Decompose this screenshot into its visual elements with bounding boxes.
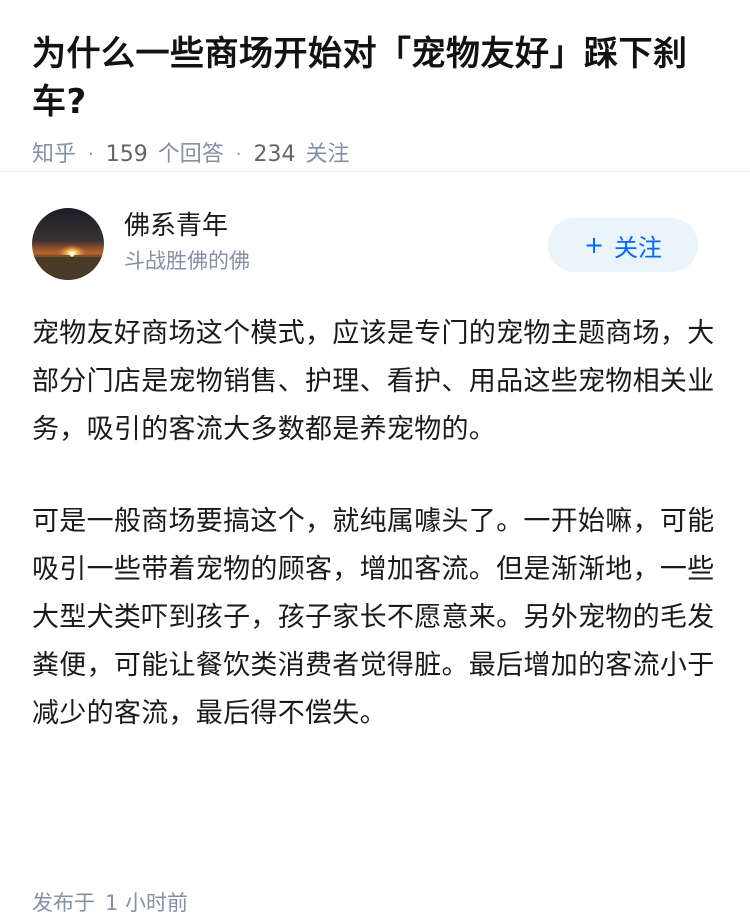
question-header: 为什么一些商场开始对「宠物友好」踩下刹车? 知乎 · 159 个回答 · 234… (0, 0, 750, 172)
followers-label: 关注 (305, 142, 350, 167)
answer-card: 佛系青年 斗战胜佛的佛 + 关注 宠物友好商场这个模式，应该是专门的宠物主题商场… (0, 172, 750, 738)
answer-page: 为什么一些商场开始对「宠物友好」踩下刹车? 知乎 · 159 个回答 · 234… (0, 0, 750, 918)
separator-dot: · (88, 144, 94, 165)
answer-paragraph: 宠物友好商场这个模式，应该是专门的宠物主题商场，大部分门店是宠物销售、护理、看护… (32, 318, 715, 445)
answer-paragraph: 可是一般商场要搞这个，就纯属噱头了。一开始嘛，可能吸引一些带着宠物的顾客，增加客… (32, 506, 715, 729)
author-name[interactable]: 佛系青年 (124, 208, 250, 244)
author-row: 佛系青年 斗战胜佛的佛 + 关注 (32, 172, 718, 308)
author-bio: 斗战胜佛的佛 (124, 249, 250, 273)
follow-label: 关注 (614, 233, 663, 262)
sunset-avatar-icon[interactable] (32, 208, 104, 280)
answers-label[interactable]: 个回答 (158, 140, 224, 170)
followers-count: 234 (253, 142, 296, 167)
follow-button[interactable]: + 关注 (548, 218, 698, 272)
question-title[interactable]: 为什么一些商场开始对「宠物友好」踩下刹车? (32, 30, 718, 126)
published-label: 发布于 (32, 891, 95, 915)
author-info: 佛系青年 斗战胜佛的佛 (124, 208, 250, 276)
plus-icon: + (583, 231, 605, 259)
answers-count: 159 (105, 142, 148, 167)
source-label[interactable]: 知乎 (32, 140, 76, 170)
answer-body: 宠物友好商场这个模式，应该是专门的宠物主题商场，大部分门店是宠物销售、护理、看护… (32, 310, 718, 738)
avatar-image (32, 208, 104, 280)
question-meta: 知乎 · 159 个回答 · 234 关注 (32, 140, 718, 170)
publish-time: 发布于 1 小时前 (32, 888, 188, 918)
published-time: 1 小时前 (105, 891, 189, 915)
separator-dot: · (235, 144, 242, 165)
